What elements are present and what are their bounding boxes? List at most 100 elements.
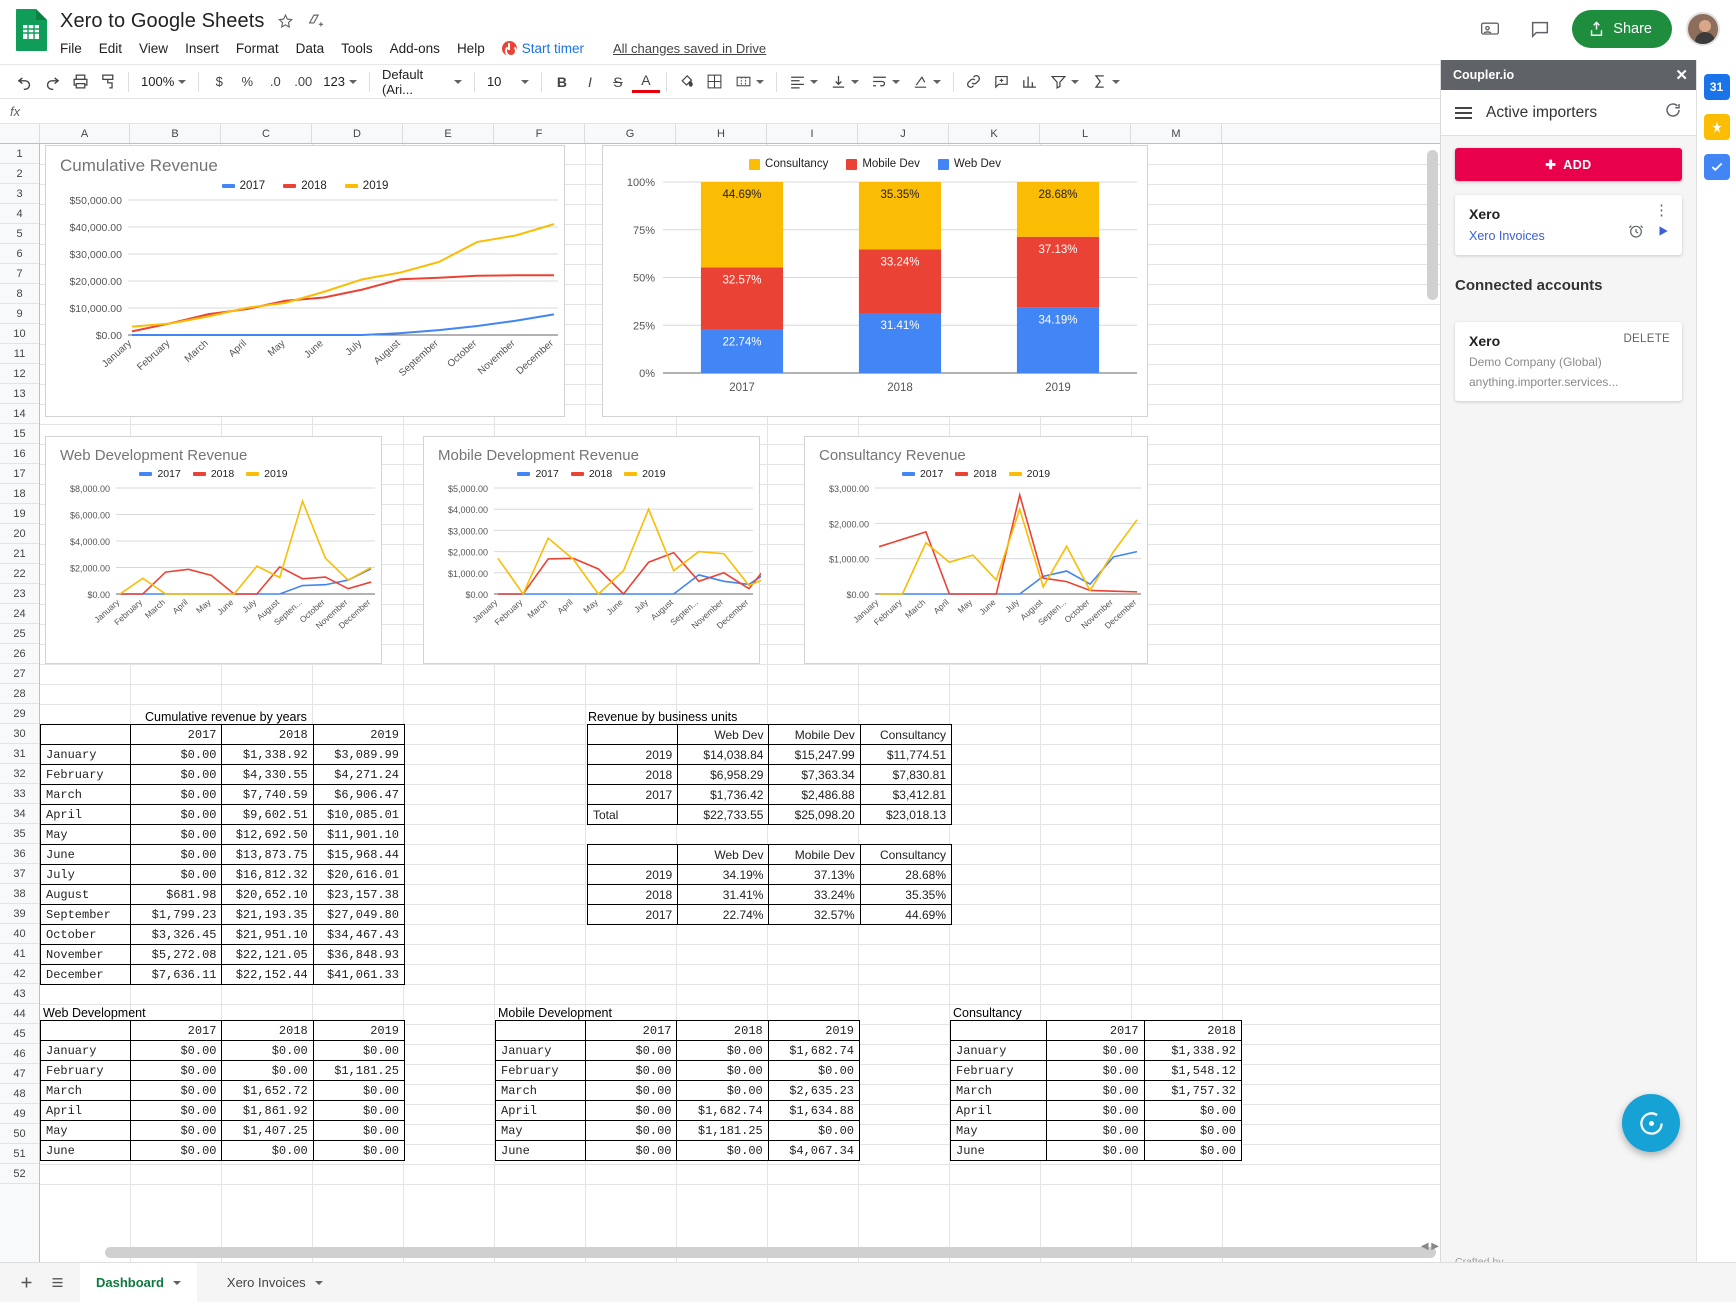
table-cell[interactable]: 2019 — [586, 744, 679, 765]
table-cell[interactable]: $0.00 — [312, 1120, 406, 1141]
percent-format-button[interactable]: % — [233, 68, 261, 96]
table-cell[interactable]: $1,181.25 — [312, 1060, 406, 1081]
table-cell[interactable]: $14,038.84 — [677, 744, 770, 765]
table-row[interactable]: May $0.00 $12,692.50 $11,901.10 — [40, 824, 406, 845]
table-mobile-development[interactable]: 2017 2018 2019 January $0.00 $0.00 $1,682.74 Fe… — [494, 1020, 861, 1161]
table-cell[interactable]: January — [40, 1040, 132, 1061]
chart-web-development-revenue[interactable]: Web Development Revenue 2017 2018 2019 $… — [45, 436, 382, 664]
row-header-23[interactable]: 23 — [0, 584, 39, 604]
table-cell[interactable]: January — [494, 1040, 587, 1061]
table-cell[interactable]: $9,602.51 — [221, 804, 314, 825]
chart-business-unit-share[interactable]: Consultancy Mobile Dev Web Dev 0% 25% 50% 7… — [602, 145, 1148, 417]
table-row[interactable]: April $0.00 $1,682.74 $1,634.88 — [494, 1100, 861, 1121]
table-cell[interactable]: January — [40, 744, 132, 765]
table-row[interactable]: May $0.00 $0.00 — [949, 1120, 1243, 1141]
table-cell[interactable]: $3,412.81 — [859, 784, 953, 805]
table-cell[interactable]: $1,634.88 — [767, 1100, 861, 1121]
table-row[interactable]: 2019 34.19% 37.13% 28.68% — [586, 864, 953, 885]
column-header-D[interactable]: D — [312, 124, 403, 143]
fill-color-icon[interactable] — [673, 68, 701, 96]
table-row[interactable]: March $0.00 $7,740.59 $6,906.47 — [40, 784, 406, 805]
table-row[interactable]: May $0.00 $1,407.25 $0.00 — [40, 1120, 406, 1141]
table-cell[interactable]: 32.57% — [768, 904, 861, 925]
redo-icon[interactable] — [38, 68, 66, 96]
table-cell[interactable]: Total — [586, 804, 679, 825]
table-cell[interactable]: $10,085.01 — [312, 804, 406, 825]
table-row[interactable]: August $681.98 $20,652.10 $23,157.38 — [40, 884, 406, 905]
avatar[interactable] — [1686, 12, 1720, 46]
table-cell[interactable]: February — [40, 764, 132, 785]
table-consultancy[interactable]: 2017 2018 January $0.00 $1,338.92 February $0.… — [949, 1020, 1243, 1161]
table-cell[interactable]: $1,757.32 — [1143, 1080, 1243, 1101]
table-cell[interactable]: $0.00 — [1046, 1140, 1145, 1161]
sheet-canvas[interactable]: Cumulative Revenue 2017 2018 2019 $0.00 $… — [40, 144, 1440, 1262]
row-header-7[interactable]: 7 — [0, 264, 39, 284]
table-cell[interactable]: $27,049.80 — [312, 904, 406, 925]
table-cell[interactable]: $1,407.25 — [221, 1120, 314, 1141]
row-header-47[interactable]: 47 — [0, 1064, 39, 1084]
table-row[interactable]: February $0.00 $0.00 $1,181.25 — [40, 1060, 406, 1081]
row-header-39[interactable]: 39 — [0, 904, 39, 924]
row-header-11[interactable]: 11 — [0, 344, 39, 364]
table-cell[interactable]: 2017 — [586, 784, 679, 805]
table-cell[interactable]: $1,652.72 — [221, 1080, 314, 1101]
table-cell[interactable]: $0.00 — [130, 1140, 223, 1161]
table-cell[interactable]: $0.00 — [1046, 1120, 1145, 1141]
row-header-13[interactable]: 13 — [0, 384, 39, 404]
table-cell[interactable]: $0.00 — [130, 804, 223, 825]
table-row[interactable]: February $0.00 $4,330.55 $4,271.24 — [40, 764, 406, 785]
table-cell[interactable]: $0.00 — [585, 1140, 678, 1161]
vertical-scrollbar[interactable] — [1427, 150, 1438, 500]
row-header-25[interactable]: 25 — [0, 624, 39, 644]
table-cell[interactable]: $15,968.44 — [312, 844, 406, 865]
zoom-control[interactable]: 100% — [135, 69, 192, 95]
column-header-J[interactable]: J — [858, 124, 949, 143]
table-cell[interactable]: $2,635.23 — [767, 1080, 861, 1101]
table-cell[interactable]: $0.00 — [221, 1140, 314, 1161]
table-cell[interactable]: $0.00 — [585, 1060, 678, 1081]
table-row[interactable]: July $0.00 $16,812.32 $20,616.01 — [40, 864, 406, 885]
table-cell[interactable]: 33.24% — [768, 884, 861, 905]
star-icon[interactable] — [277, 13, 294, 30]
table-row[interactable]: April $0.00 $9,602.51 $10,085.01 — [40, 804, 406, 825]
table-cell[interactable]: March — [494, 1080, 587, 1101]
table-cell[interactable]: $0.00 — [312, 1140, 406, 1161]
table-row[interactable]: January $0.00 $1,338.92 $3,089.99 — [40, 744, 406, 765]
filter-icon[interactable] — [1044, 69, 1085, 95]
table-cell[interactable]: June — [949, 1140, 1048, 1161]
table-row[interactable]: September $1,799.23 $21,193.35 $27,049.80 — [40, 904, 406, 925]
table-cell[interactable]: $1,548.12 — [1143, 1060, 1243, 1081]
menu-format[interactable]: Format — [236, 41, 279, 56]
row-header-46[interactable]: 46 — [0, 1044, 39, 1064]
table-cell[interactable]: $1,682.74 — [676, 1100, 769, 1121]
horizontal-align-icon[interactable] — [783, 69, 824, 95]
table-cell[interactable]: $0.00 — [130, 1100, 223, 1121]
table-cell[interactable]: April — [40, 804, 132, 825]
table-cell[interactable]: May — [494, 1120, 587, 1141]
table-cell[interactable]: 28.68% — [859, 864, 953, 885]
importer-link[interactable]: Xero Invoices — [1469, 229, 1545, 243]
row-header-24[interactable]: 24 — [0, 604, 39, 624]
vertical-align-icon[interactable] — [824, 69, 865, 95]
table-row[interactable]: 2017 22.74% 32.57% 44.69% — [586, 904, 953, 925]
bold-button[interactable]: B — [548, 68, 576, 96]
row-header-29[interactable]: 29 — [0, 704, 39, 724]
table-cell[interactable]: June — [40, 1140, 132, 1161]
row-header-19[interactable]: 19 — [0, 504, 39, 524]
table-row[interactable]: February $0.00 $0.00 $0.00 — [494, 1060, 861, 1081]
table-cell[interactable]: $20,652.10 — [221, 884, 314, 905]
table-cell[interactable]: $21,193.35 — [221, 904, 314, 925]
table-cell[interactable]: $3,089.99 — [312, 744, 406, 765]
table-cell[interactable]: $3,326.45 — [130, 924, 223, 945]
table-row[interactable]: April $0.00 $0.00 — [949, 1100, 1243, 1121]
table-cell[interactable]: $0.00 — [312, 1100, 406, 1121]
table-cell[interactable]: $0.00 — [130, 784, 223, 805]
column-header-A[interactable]: A — [40, 124, 130, 143]
menu-addons[interactable]: Add-ons — [390, 41, 440, 56]
insert-chart-icon[interactable] — [1016, 68, 1044, 96]
all-sheets-icon[interactable] — [49, 1275, 66, 1290]
currency-format-button[interactable]: $ — [205, 68, 233, 96]
table-cell[interactable]: $6,906.47 — [312, 784, 406, 805]
row-header-41[interactable]: 41 — [0, 944, 39, 964]
table-cell[interactable]: $36,848.93 — [312, 944, 406, 965]
